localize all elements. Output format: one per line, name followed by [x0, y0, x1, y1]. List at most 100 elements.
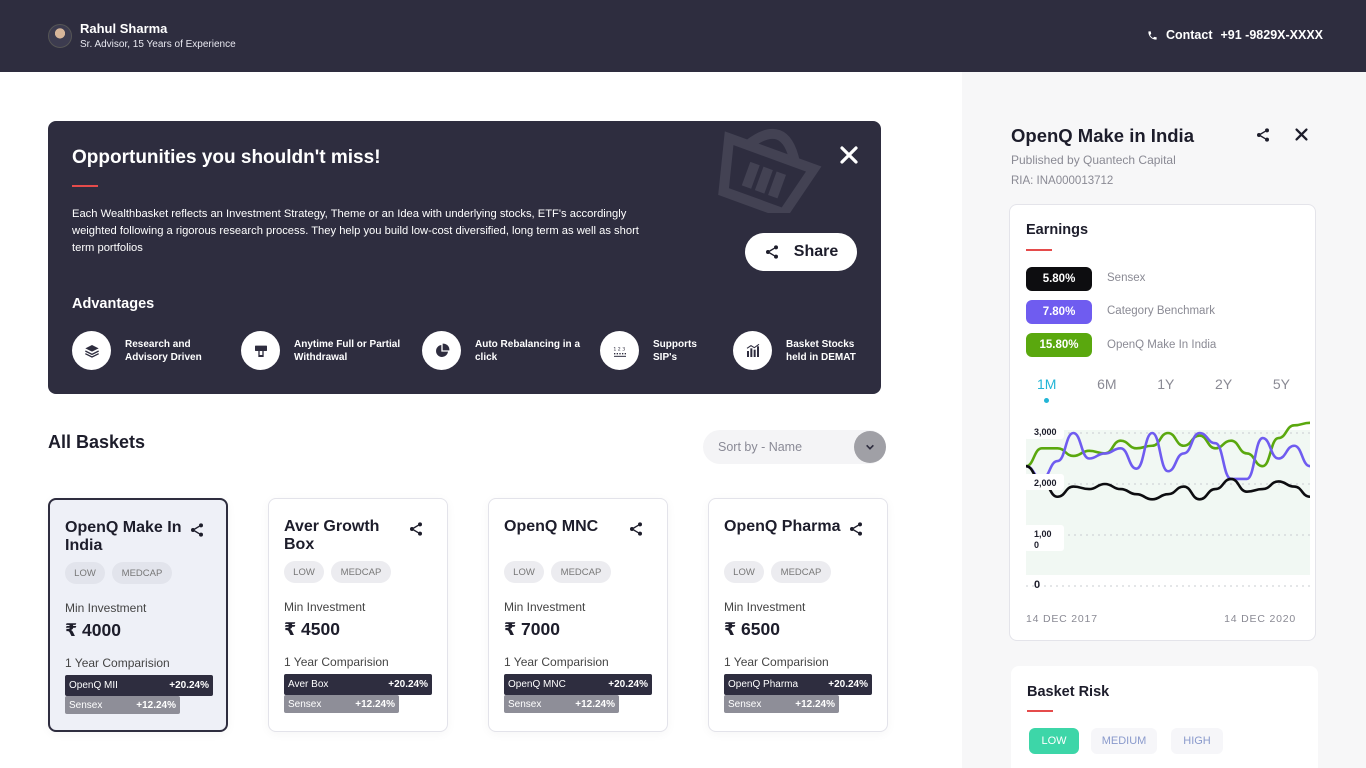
risk-high-button[interactable]: HIGH: [1171, 728, 1223, 754]
period-selector: 1M 6M 1Y 2Y 5Y: [1026, 376, 1301, 403]
contact-number[interactable]: +91 -9829X-XXXX: [1221, 28, 1324, 42]
advantage-label: Supports SIP's: [653, 338, 697, 363]
share-icon[interactable]: [189, 522, 205, 538]
y-tick-label: 0: [1034, 540, 1039, 550]
banner-description: Each Wealthbasket reflects an Investment…: [72, 208, 639, 254]
return-label-benchmark: Category Benchmark: [1107, 305, 1216, 317]
basket-return-bar: OpenQ MNC +20.24%: [504, 674, 652, 695]
risk-medium-button[interactable]: MEDIUM: [1091, 728, 1157, 754]
period-5y[interactable]: 5Y: [1262, 376, 1301, 392]
basket-detail-panel: OpenQ Make in India Published by Quantec…: [962, 72, 1366, 768]
cap-tag: MEDCAP: [112, 562, 172, 584]
index-return-bar: Sensex +12.24%: [284, 695, 399, 713]
contact-info[interactable]: Contact +91 -9829X-XXXX: [1147, 28, 1323, 42]
phone-icon: [1148, 30, 1157, 40]
index-return-bar: Sensex +12.24%: [724, 695, 839, 713]
return-pill-benchmark: 7.80%: [1026, 300, 1092, 324]
top-bar: Rahul Sharma Sr. Advisor, 15 Years of Ex…: [0, 0, 1366, 72]
ria-number: RIA: INA000013712: [1011, 175, 1114, 187]
basket-card-make-in-india[interactable]: OpenQ Make In India LOW MEDCAP Min Inves…: [48, 498, 228, 732]
period-1m[interactable]: 1M: [1026, 376, 1067, 403]
min-investment-value: ₹ 6500: [724, 619, 780, 639]
risk-low-button[interactable]: LOW: [1029, 728, 1079, 754]
comparison-label: 1 Year Comparision: [504, 655, 609, 669]
sort-value: Sort by - Name: [718, 440, 803, 454]
basket-name: Aver Growth Box: [284, 518, 380, 553]
share-icon[interactable]: [1255, 127, 1271, 143]
layers-icon: [84, 344, 99, 358]
advantage-label: Anytime Full or Partial Withdrawal: [294, 338, 401, 363]
withdraw-icon: [254, 345, 267, 357]
share-icon[interactable]: [848, 521, 864, 537]
y-tick-label: 2,000: [1034, 478, 1057, 488]
advantage-label: Auto Rebalancing in a click: [475, 338, 581, 363]
publisher: Published by Quantech Capital: [1011, 153, 1176, 167]
basket-name: OpenQ MNC: [504, 518, 599, 535]
risk-tag: LOW: [65, 562, 105, 584]
advantage-research: Research and Advisory Driven: [72, 331, 235, 370]
advantage-demat: Basket Stocks held in DEMAT: [733, 331, 866, 370]
y-tick-label: 3,000: [1034, 427, 1057, 437]
sort-dropdown[interactable]: Sort by - Name: [703, 430, 886, 464]
min-investment-value: ₹ 4000: [65, 620, 121, 640]
basket-name: OpenQ Pharma: [724, 518, 841, 535]
close-icon[interactable]: [837, 143, 861, 167]
title-underline: [1027, 710, 1053, 712]
y-tick-label: 1,00: [1034, 529, 1052, 539]
basket-return-bar: OpenQ MII +20.24%: [65, 675, 213, 696]
basket-card-mnc[interactable]: OpenQ MNC LOW MEDCAP Min Investment ₹ 70…: [488, 498, 668, 732]
advantages-title: Advantages: [72, 296, 155, 312]
stocks-icon: [746, 343, 759, 357]
share-icon[interactable]: [628, 521, 644, 537]
basket-risk-title: Basket Risk: [1027, 684, 1110, 700]
comparison-label: 1 Year Comparision: [724, 655, 829, 669]
basket-card-pharma[interactable]: OpenQ Pharma LOW MEDCAP Min Investment ₹…: [708, 498, 888, 732]
period-2y[interactable]: 2Y: [1204, 376, 1243, 392]
basket-risk-card: Basket Risk LOW MEDIUM HIGH: [1011, 666, 1318, 768]
date-end: 14 DEC 2020: [1224, 613, 1296, 625]
advantage-rebalancing: Auto Rebalancing in a click: [422, 331, 585, 370]
min-investment-label: Min Investment: [284, 600, 366, 614]
advisor-subtitle: Sr. Advisor, 15 Years of Experience: [80, 39, 236, 50]
advantage-withdrawal: Anytime Full or Partial Withdrawal: [241, 331, 404, 370]
y-tick-label: 0: [1034, 579, 1040, 591]
min-investment-value: ₹ 7000: [504, 619, 560, 639]
chart-plot-area: [1026, 430, 1310, 575]
sip-icon: 1 2 3: [613, 346, 626, 357]
main-content: Opportunities you shouldn't miss! Each W…: [0, 72, 962, 768]
share-icon: [765, 245, 778, 259]
cap-tag: MEDCAP: [331, 561, 391, 583]
advisor-name: Rahul Sharma: [80, 21, 168, 36]
basket-return-bar: Aver Box +20.24%: [284, 674, 432, 695]
basket-watermark-icon: [718, 129, 822, 213]
svg-text:1 2 3: 1 2 3: [613, 346, 625, 352]
opportunities-banner: Opportunities you shouldn't miss! Each W…: [48, 121, 881, 394]
close-icon[interactable]: [1293, 126, 1310, 143]
period-1y[interactable]: 1Y: [1146, 376, 1185, 392]
share-icon[interactable]: [408, 521, 424, 537]
cap-tag: MEDCAP: [551, 561, 611, 583]
min-investment-value: ₹ 4500: [284, 619, 340, 639]
earnings-card: Earnings 5.80% Sensex 7.80% Category Ben…: [1009, 204, 1316, 641]
index-return-bar: Sensex +12.24%: [65, 696, 180, 714]
comparison-label: 1 Year Comparision: [284, 655, 389, 669]
share-label: Share: [793, 243, 839, 260]
earnings-line-chart: 3,0002,0001,0000: [1024, 421, 1310, 591]
title-underline: [72, 185, 98, 187]
return-pill-sensex: 5.80%: [1026, 267, 1092, 291]
period-6m[interactable]: 6M: [1086, 376, 1127, 392]
all-baskets-title: All Baskets: [48, 432, 146, 452]
contact-label: Contact: [1165, 28, 1213, 42]
advisor-avatar[interactable]: [48, 24, 72, 48]
basket-card-aver-growth[interactable]: Aver Growth Box LOW MEDCAP Min Investmen…: [268, 498, 448, 732]
index-return-bar: Sensex +12.24%: [504, 695, 619, 713]
advantage-label: Research and Advisory Driven: [125, 338, 202, 363]
title-underline: [1026, 249, 1052, 251]
return-label-basket: OpenQ Make In India: [1107, 339, 1217, 351]
share-button[interactable]: Share: [745, 233, 857, 271]
advantage-sip: 1 2 3 Supports SIP's: [600, 331, 723, 370]
chevron-down-icon[interactable]: [854, 431, 886, 463]
pie-chart-icon: [435, 343, 449, 357]
earnings-title: Earnings: [1026, 222, 1089, 238]
min-investment-label: Min Investment: [504, 600, 586, 614]
